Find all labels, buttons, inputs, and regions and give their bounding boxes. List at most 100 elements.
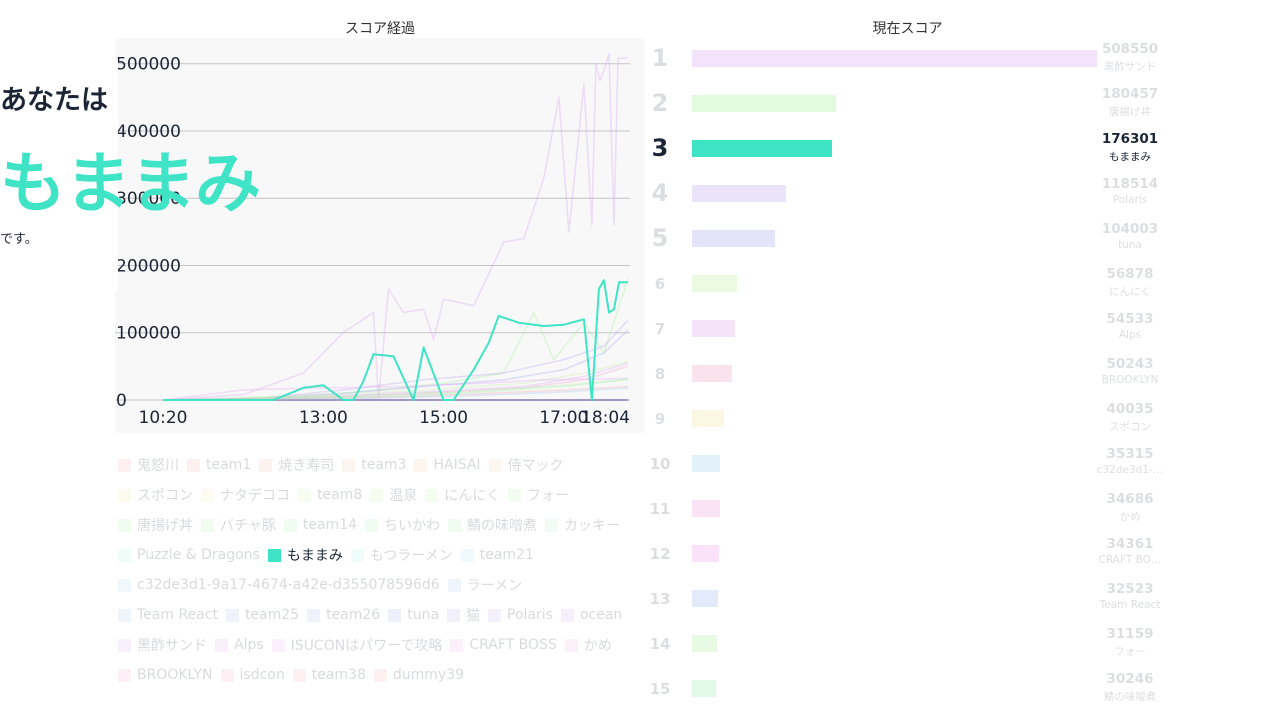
legend-swatch xyxy=(388,608,402,622)
legend-label: ラーメン xyxy=(466,578,523,594)
legend-item[interactable]: にんにく xyxy=(425,480,500,510)
ranking-row: 14 31159 フォー xyxy=(640,625,1200,670)
ranking-row: 11 34686 かめ xyxy=(640,490,1200,535)
legend-item[interactable]: 温泉 xyxy=(370,480,417,510)
rank-score: 34686 xyxy=(1106,491,1154,507)
legend-item[interactable]: Puzzle & Dragons xyxy=(118,540,260,570)
legend-swatch xyxy=(307,608,321,622)
ranking-row: 4 118514 Polaris xyxy=(640,175,1200,220)
rank-score: 180457 xyxy=(1101,86,1159,102)
legend-item[interactable]: CRAFT BOSS xyxy=(450,630,557,660)
legend-label: team26 xyxy=(326,607,381,623)
legend-label: Alps xyxy=(234,637,264,653)
you-suffix: です。 xyxy=(0,232,38,247)
legend-item[interactable]: c32de3d1-9a17-4674-a42e-d355078596d6 xyxy=(118,570,440,600)
rank-number: 5 xyxy=(651,224,669,252)
legend-item[interactable]: もつラーメン xyxy=(350,540,453,570)
ranking-row: 10 35315 c32de3d1-… xyxy=(640,445,1200,490)
legend-label: 唐揚げ丼 xyxy=(137,518,193,534)
legend-item[interactable]: ISUCONはパワーで攻略 xyxy=(271,630,442,660)
legend-item[interactable]: 焼き寿司 xyxy=(259,450,334,480)
rank-team-name: 黒酢サンド xyxy=(1103,61,1157,73)
legend-item[interactable]: isdcon xyxy=(220,660,285,690)
legend-item[interactable]: team21 xyxy=(460,540,534,570)
legend-swatch xyxy=(447,578,461,592)
legend-item[interactable]: Team React xyxy=(118,600,218,630)
legend-label: フォー xyxy=(526,488,569,504)
legend-item[interactable]: team3 xyxy=(342,450,406,480)
legend-item[interactable]: カッキー xyxy=(545,510,620,540)
rank-score: 118514 xyxy=(1101,176,1159,192)
ranking-row: 3 176301 もままみ xyxy=(640,130,1200,175)
legend-item[interactable]: バチャ豚 xyxy=(201,510,276,540)
x-tick-label: 13:00 xyxy=(299,408,348,428)
legend-item[interactable]: フォー xyxy=(507,480,569,510)
legend-label: Team React xyxy=(137,607,218,623)
legend-item[interactable]: スポコン xyxy=(118,480,193,510)
rank-team-name: にんにく xyxy=(1109,286,1151,298)
legend-swatch xyxy=(118,488,131,502)
legend-item[interactable]: team8 xyxy=(298,480,362,510)
series-legend: 鬼怒川 team1 焼き寿司 team3 HAISAI 侍マック スポコン ナタデココ team… xyxy=(118,450,638,690)
rank-team-name: Alps xyxy=(1118,329,1142,341)
rank-score: 35315 xyxy=(1106,446,1154,462)
legend-label: ocean xyxy=(579,607,623,623)
ranking-row: 15 30246 鯖の味噌煮 xyxy=(640,670,1200,715)
legend-item[interactable]: 猫 xyxy=(447,600,480,630)
legend-swatch xyxy=(342,458,356,472)
rank-score: 54533 xyxy=(1106,311,1154,327)
legend-item[interactable]: ちいかわ xyxy=(365,510,440,540)
rank-number: 8 xyxy=(654,365,666,383)
legend-item[interactable]: team1 xyxy=(187,450,251,480)
legend-item[interactable]: BROOKLYN xyxy=(118,660,213,690)
legend-item[interactable]: 黒酢サンド xyxy=(118,630,207,660)
legend-item[interactable]: dummy39 xyxy=(373,660,464,690)
legend-item[interactable]: ラーメン xyxy=(447,570,523,600)
rank-bar xyxy=(692,635,717,652)
legend-swatch xyxy=(292,668,306,682)
legend-item[interactable]: team26 xyxy=(307,600,380,630)
legend-label: バチャ豚 xyxy=(220,518,276,534)
legend-swatch xyxy=(564,638,578,652)
legend-label: もままみ xyxy=(286,548,343,564)
legend-swatch xyxy=(201,518,214,532)
legend-swatch xyxy=(201,488,214,502)
legend-item[interactable]: ocean xyxy=(560,600,623,630)
rank-number: 12 xyxy=(649,545,671,563)
legend-swatch xyxy=(460,548,474,562)
legend-label: 猫 xyxy=(466,608,481,624)
legend-item[interactable]: もままみ xyxy=(267,540,343,570)
ranking-row: 7 54533 Alps xyxy=(640,310,1200,355)
legend-label: もつラーメン xyxy=(369,548,453,564)
legend-item[interactable]: tuna xyxy=(388,600,439,630)
legend-item[interactable]: Alps xyxy=(215,630,264,660)
legend-label: 焼き寿司 xyxy=(278,458,335,474)
legend-item[interactable]: 鬼怒川 xyxy=(118,450,179,480)
rank-bar xyxy=(692,95,836,112)
legend-swatch xyxy=(373,668,387,682)
legend-item[interactable]: 侍マック xyxy=(488,450,564,480)
rank-number: 15 xyxy=(649,680,671,698)
ranking-row: 2 180457 唐揚げ丼 xyxy=(640,85,1200,130)
legend-item[interactable]: ナタデココ xyxy=(201,480,290,510)
rank-team-name: かめ xyxy=(1119,511,1141,523)
legend-swatch xyxy=(447,608,461,622)
rank-number: 10 xyxy=(649,455,671,473)
ranking-row: 12 34361 CRAFT BO… xyxy=(640,535,1200,580)
legend-label: team38 xyxy=(311,667,366,683)
rank-bar xyxy=(692,500,720,517)
legend-item[interactable]: Polaris xyxy=(488,600,553,630)
legend-item[interactable]: team14 xyxy=(283,510,357,540)
legend-item[interactable]: HAISAI xyxy=(414,450,481,480)
legend-swatch xyxy=(118,578,131,592)
rank-team-name: もままみ xyxy=(1109,151,1151,163)
rank-team-name: Team React xyxy=(1099,599,1161,611)
legend-item[interactable]: team38 xyxy=(292,660,366,690)
legend-item[interactable]: 鯖の味噌煮 xyxy=(448,510,537,540)
legend-swatch xyxy=(488,458,502,472)
plot-area xyxy=(115,38,645,433)
legend-item[interactable]: かめ xyxy=(564,630,612,660)
legend-item[interactable]: team25 xyxy=(225,600,299,630)
legend-item[interactable]: 唐揚げ丼 xyxy=(118,510,193,540)
rank-bar xyxy=(692,365,732,382)
